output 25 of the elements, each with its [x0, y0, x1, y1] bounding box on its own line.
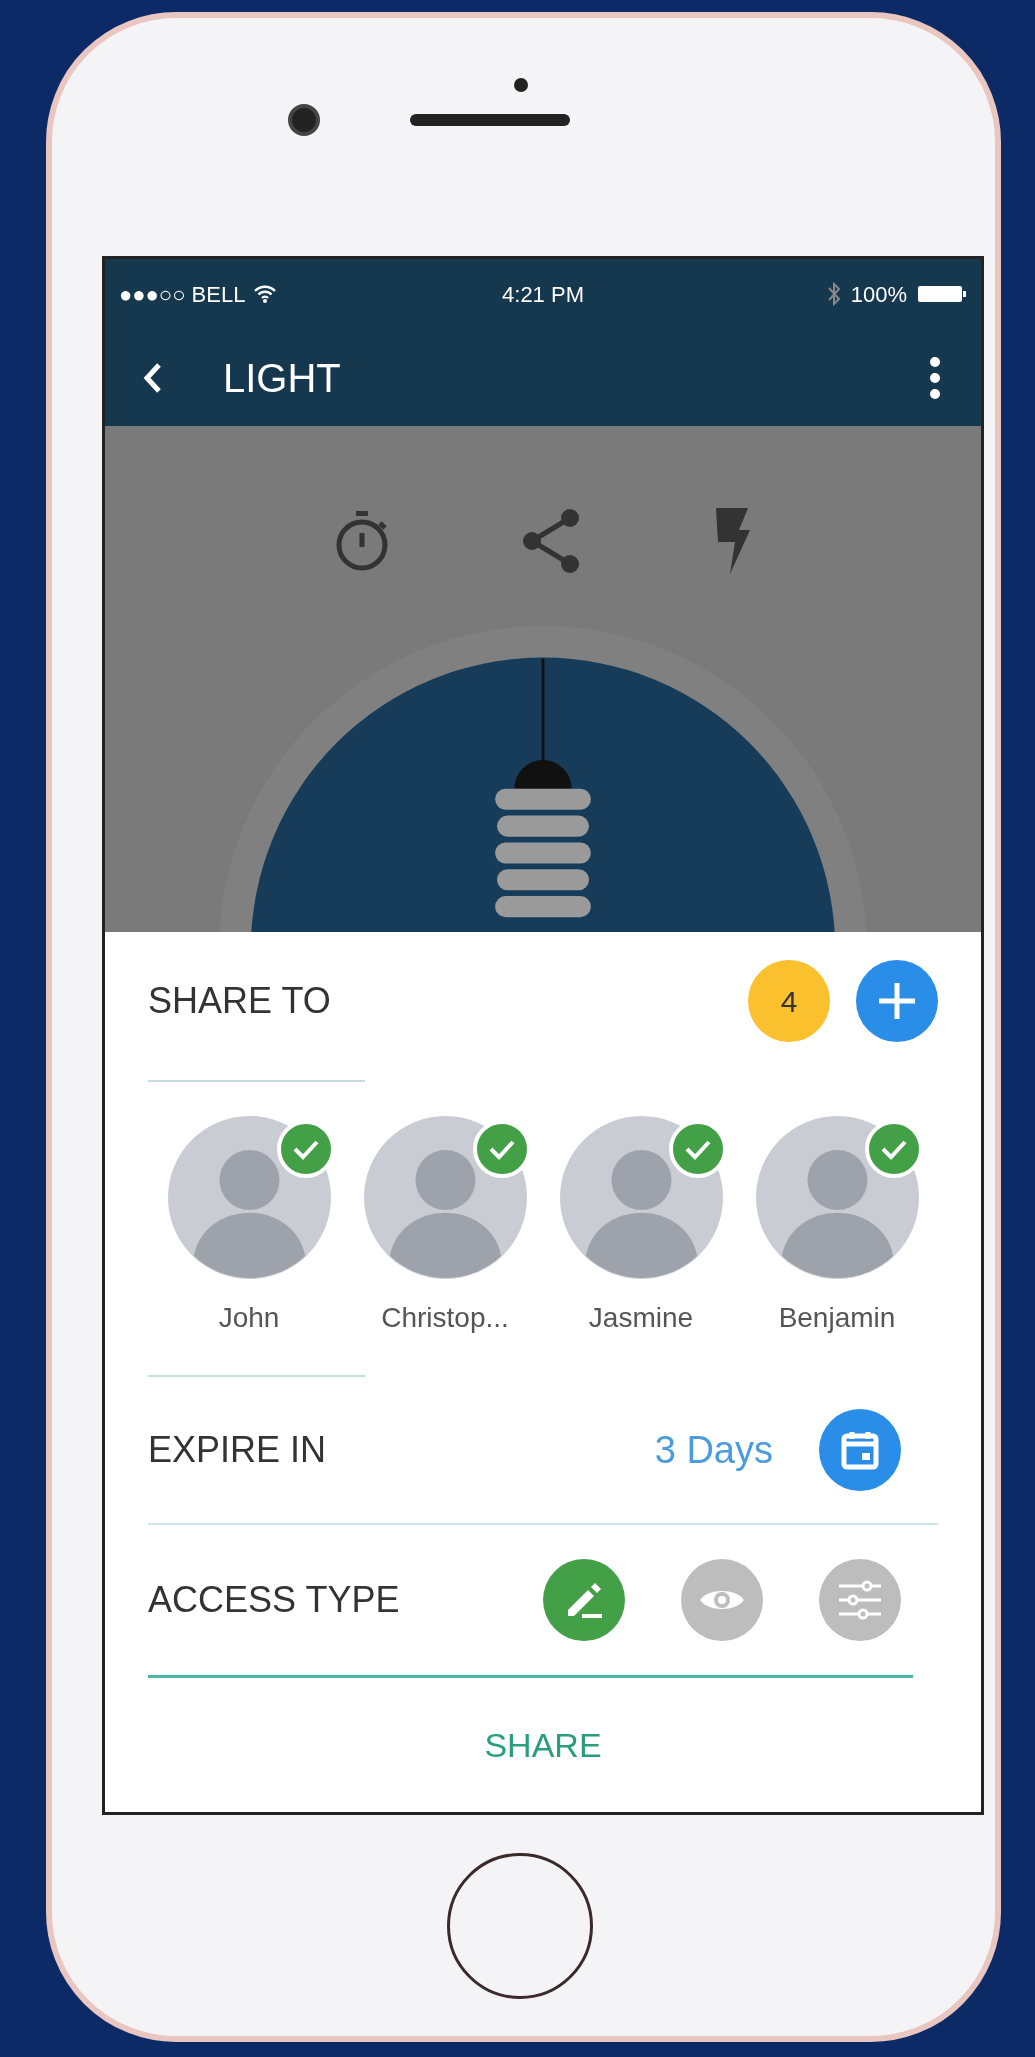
expire-value: 3 Days [654, 1427, 773, 1473]
camera-lens [287, 104, 320, 136]
battery-text: 100% [850, 280, 907, 309]
timer-icon[interactable] [334, 508, 390, 573]
wifi-icon [253, 284, 278, 305]
section-label: EXPIRE IN [148, 1428, 328, 1472]
avatar-placeholder[interactable] [559, 1116, 723, 1279]
section-label: ACCESS TYPE [148, 1578, 401, 1622]
person-name: John [218, 1301, 280, 1335]
battery-icon [917, 285, 967, 304]
carrier-text: ●●●○○ BELL [119, 280, 246, 309]
screen-title: LIGHT [223, 354, 342, 402]
clock-text: 4:21 PM [501, 280, 585, 309]
count-badge: 4 [748, 960, 830, 1042]
avatar-placeholder[interactable] [167, 1116, 331, 1279]
person-name: Benjamin [778, 1301, 896, 1335]
sliders-icon [837, 1580, 883, 1620]
person-name: Jasmine [588, 1301, 694, 1335]
section-label: SHARE TO [148, 979, 332, 1023]
home-button[interactable] [446, 1852, 593, 1999]
person-name: Christop... [381, 1301, 509, 1335]
avatar-placeholder[interactable] [363, 1116, 527, 1279]
share-button[interactable]: SHARE [464, 1678, 622, 1812]
calendar-icon [840, 1429, 880, 1471]
bluetooth-icon [826, 282, 841, 307]
